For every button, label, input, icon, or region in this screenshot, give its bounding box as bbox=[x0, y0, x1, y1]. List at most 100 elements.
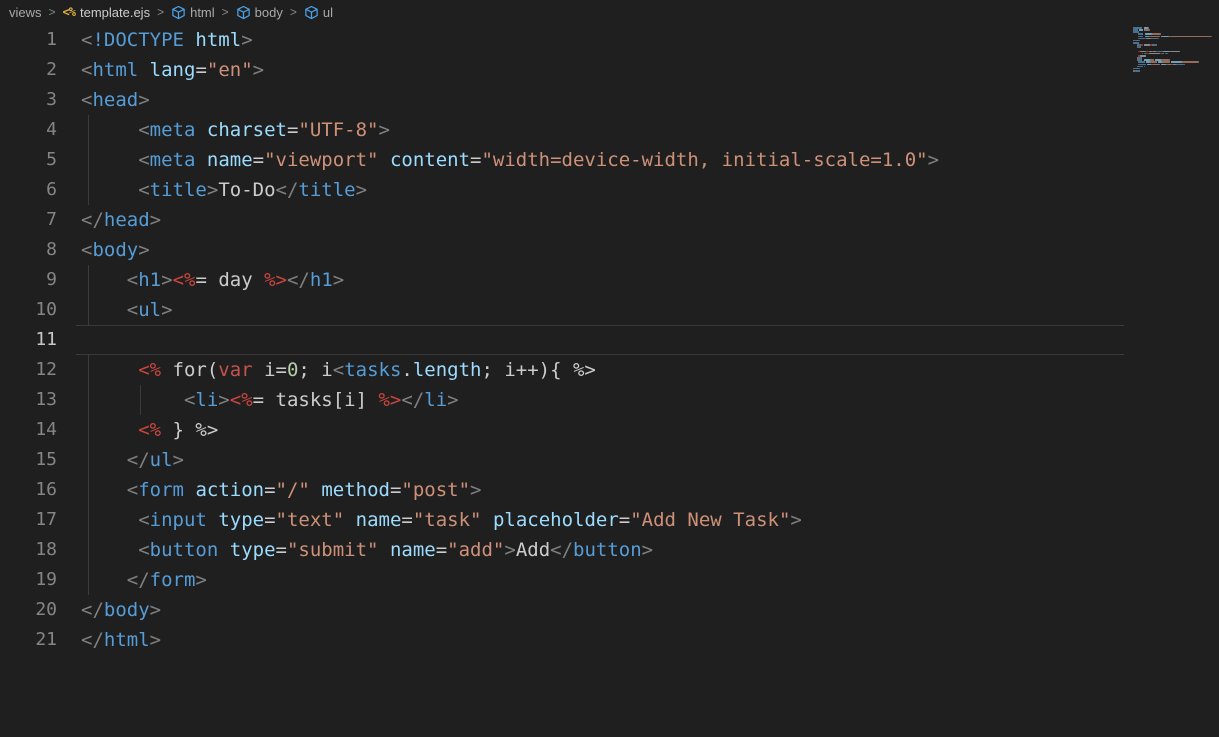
line-number[interactable]: 20 bbox=[0, 595, 57, 625]
minimap-line-segment bbox=[1140, 50, 1146, 53]
breadcrumb-label: template.ejs bbox=[79, 4, 151, 20]
minimap-line-segment bbox=[1163, 50, 1170, 53]
minimap-line-segment bbox=[1169, 35, 1211, 38]
minimap-line-segment bbox=[1139, 37, 1145, 40]
minimap-line-segment bbox=[1139, 35, 1144, 38]
code-content: <title>To-Do</title> bbox=[138, 179, 368, 201]
code-line-12[interactable]: 12 <% for(var i=0; i<tasks.length; i++){… bbox=[0, 355, 1219, 385]
ejs-file-icon: <% bbox=[62, 5, 76, 19]
code-content: <body> bbox=[81, 239, 150, 261]
minimap-line-segment bbox=[1166, 52, 1168, 55]
code-content: </form> bbox=[126, 569, 207, 591]
minimap-line-segment bbox=[1161, 35, 1169, 38]
line-number[interactable]: 19 bbox=[0, 565, 57, 595]
code-content: <% } %> bbox=[138, 419, 219, 441]
line-number[interactable]: 4 bbox=[0, 115, 57, 145]
code-line-4[interactable]: 4 <meta charset="UTF-8"> bbox=[0, 115, 1219, 145]
minimap-line-segment bbox=[1139, 63, 1146, 66]
line-number[interactable]: 12 bbox=[0, 355, 57, 385]
minimap-line-segment bbox=[1184, 63, 1186, 66]
minimap-line-segment bbox=[1183, 61, 1199, 63]
code-content: <meta charset="UTF-8"> bbox=[138, 119, 390, 141]
code-line-3[interactable]: 3 <head> bbox=[0, 85, 1219, 115]
minimap[interactable] bbox=[1133, 27, 1215, 77]
code-line-10[interactable]: 10 <ul> bbox=[0, 295, 1219, 325]
minimap-line-segment bbox=[1140, 46, 1142, 48]
line-number[interactable]: 2 bbox=[0, 55, 57, 85]
breadcrumb-label: body bbox=[254, 4, 283, 20]
code-content: </head> bbox=[81, 209, 162, 231]
code-line-13[interactable]: 13 <li><%= tasks[i] %></li> bbox=[0, 385, 1219, 415]
code-content: </html> bbox=[81, 629, 162, 651]
minimap-line-segment bbox=[1160, 33, 1162, 36]
code-line-20[interactable]: 20 </body> bbox=[0, 595, 1219, 625]
line-number[interactable]: 21 bbox=[0, 625, 57, 655]
minimap-line-segment bbox=[1152, 33, 1161, 36]
code-line-9[interactable]: 9 <h1><%= day %></h1> bbox=[0, 265, 1219, 295]
code-content bbox=[57, 325, 81, 355]
code-content: <!DOCTYPE html> bbox=[81, 29, 253, 51]
code-line-21[interactable]: 21 </html> bbox=[0, 625, 1219, 655]
code-line-8[interactable]: 8 <body> bbox=[0, 235, 1219, 265]
cube-symbol-icon bbox=[304, 5, 319, 20]
breadcrumb-separator: > bbox=[221, 5, 229, 19]
breadcrumb-item-body[interactable]: body bbox=[236, 5, 283, 20]
code-line-11[interactable]: 11 bbox=[0, 325, 1219, 355]
line-number[interactable]: 7 bbox=[0, 205, 57, 235]
line-number[interactable]: 5 bbox=[0, 145, 57, 175]
breadcrumb-item-template-ejs[interactable]: <% template.ejs bbox=[63, 5, 151, 20]
minimap-line-segment bbox=[1151, 63, 1161, 66]
code-content: <form action="/" method="post"> bbox=[126, 479, 482, 501]
line-number[interactable]: 1 bbox=[0, 25, 57, 55]
minimap-line-segment bbox=[1158, 37, 1160, 40]
code-line-1[interactable]: 1 <!DOCTYPE html> bbox=[0, 25, 1219, 55]
line-number[interactable]: 16 bbox=[0, 475, 57, 505]
code-line-19[interactable]: 19 </form> bbox=[0, 565, 1219, 595]
minimap-line-segment bbox=[1210, 35, 1212, 38]
minimap-line-segment bbox=[1144, 33, 1152, 36]
line-number[interactable]: 17 bbox=[0, 505, 57, 535]
line-number[interactable]: 6 bbox=[0, 175, 57, 205]
code-line-5[interactable]: 5 <meta name="viewport" content="width=d… bbox=[0, 145, 1219, 175]
code-line-2[interactable]: 2 <html lang="en"> bbox=[0, 55, 1219, 85]
line-number[interactable]: 10 bbox=[0, 295, 57, 325]
minimap-line-segment bbox=[1139, 65, 1144, 68]
code-content: <ul> bbox=[126, 299, 173, 321]
line-number[interactable]: 11 bbox=[0, 325, 57, 355]
line-number[interactable]: 15 bbox=[0, 445, 57, 475]
minimap-line-segment bbox=[1149, 35, 1161, 38]
code-editor[interactable]: 1 <!DOCTYPE html> 2 <html lang="en"> 3 <head>… bbox=[0, 25, 1219, 655]
line-number[interactable]: 3 bbox=[0, 85, 57, 115]
code-line-18[interactable]: 18 <button type="submit" name="add">Add<… bbox=[0, 535, 1219, 565]
code-content: <li><%= tasks[i] %></li> bbox=[183, 389, 459, 411]
minimap-line-segment bbox=[1198, 61, 1200, 63]
cube-symbol-icon bbox=[236, 5, 251, 20]
line-number[interactable]: 13 bbox=[0, 385, 57, 415]
line-number[interactable]: 9 bbox=[0, 265, 57, 295]
breadcrumb-separator: > bbox=[289, 5, 297, 19]
code-content: <input type="text" name="task" placehold… bbox=[138, 509, 802, 531]
minimap-line-segment bbox=[1143, 44, 1150, 46]
breadcrumb-item-ul[interactable]: ul bbox=[304, 5, 333, 20]
breadcrumb-separator: > bbox=[157, 5, 165, 19]
code-line-15[interactable]: 15 </ul> bbox=[0, 445, 1219, 475]
line-number[interactable]: 18 bbox=[0, 535, 57, 565]
breadcrumb-item-html[interactable]: html bbox=[171, 5, 215, 20]
code-line-14[interactable]: 14 <% } %> bbox=[0, 415, 1219, 445]
code-content: <meta name="viewport" content="width=dev… bbox=[138, 149, 940, 171]
code-content: <head> bbox=[81, 89, 150, 111]
minimap-line-segment bbox=[1169, 50, 1181, 53]
minimap-line-segment bbox=[1139, 61, 1145, 63]
line-number[interactable]: 14 bbox=[0, 415, 57, 445]
code-line-6[interactable]: 6 <title>To-Do</title> bbox=[0, 175, 1219, 205]
breadcrumb-item-views[interactable]: views bbox=[9, 5, 42, 20]
code-line-16[interactable]: 16 <form action="/" method="post"> bbox=[0, 475, 1219, 505]
code-content: </body> bbox=[81, 599, 162, 621]
breadcrumb-separator: > bbox=[48, 5, 56, 19]
line-number[interactable]: 8 bbox=[0, 235, 57, 265]
minimap-line-segment bbox=[1163, 61, 1170, 63]
code-line-7[interactable]: 7 </head> bbox=[0, 205, 1219, 235]
code-line-17[interactable]: 17 <input type="text" name="task" placeh… bbox=[0, 505, 1219, 535]
code-content: <h1><%= day %></h1> bbox=[126, 269, 345, 291]
breadcrumb-label: html bbox=[190, 4, 215, 20]
